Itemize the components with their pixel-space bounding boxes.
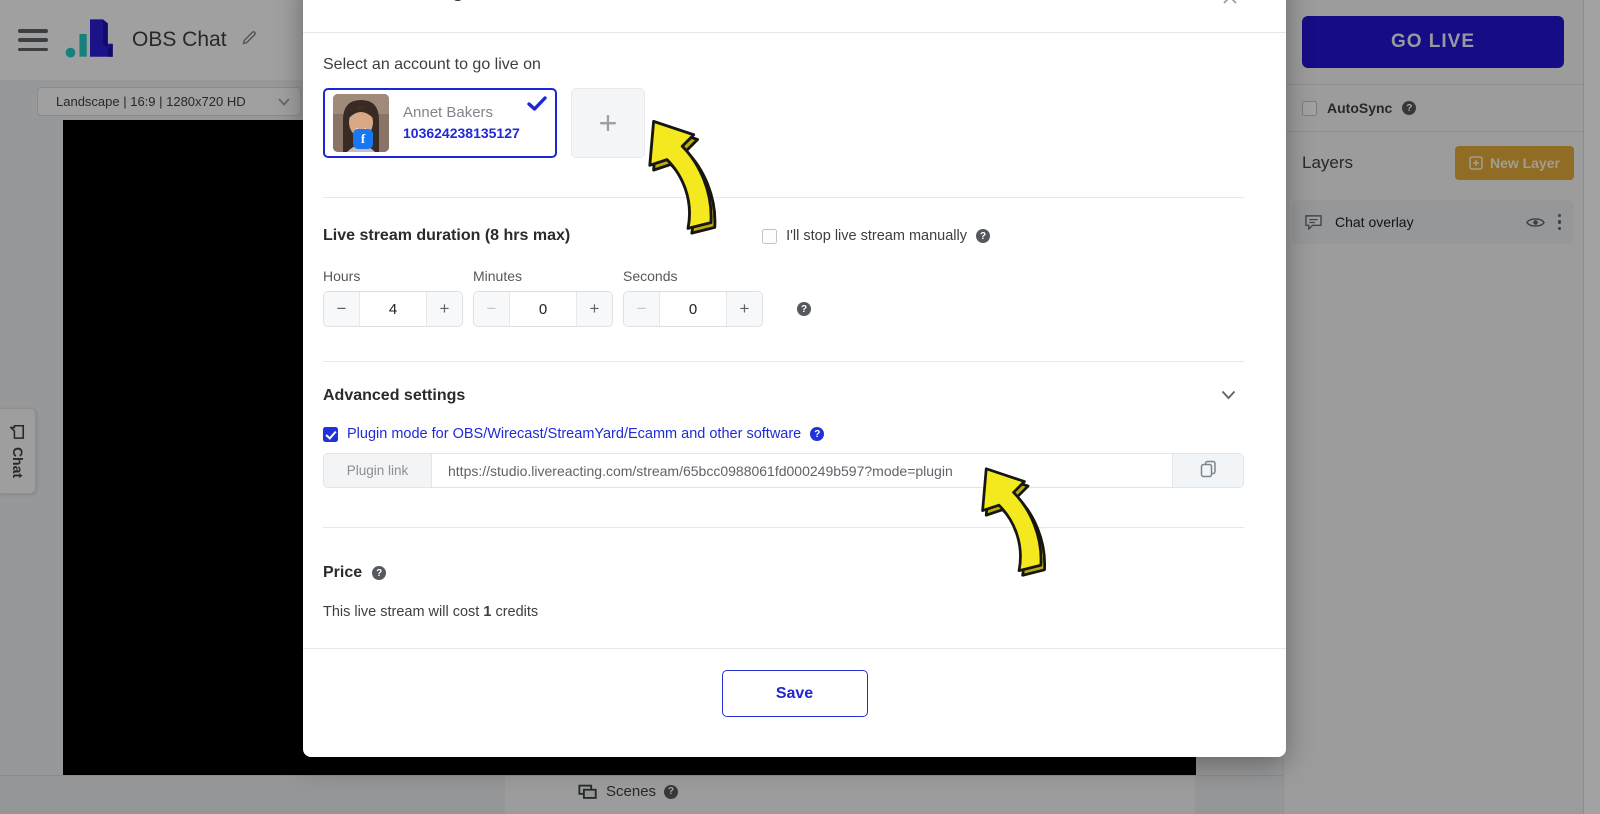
avatar: f xyxy=(333,94,389,152)
minutes-stepper: − + xyxy=(473,291,613,327)
selected-check-icon xyxy=(527,96,547,116)
copy-link-button[interactable] xyxy=(1172,454,1243,487)
minutes-input[interactable] xyxy=(510,292,576,326)
modal-header: Stream Settings xyxy=(303,0,1286,33)
minutes-increment-button[interactable]: + xyxy=(576,292,612,326)
seconds-increment-button[interactable]: + xyxy=(726,292,762,326)
manual-stop-help-icon[interactable] xyxy=(976,229,990,243)
price-heading: Price xyxy=(323,564,363,581)
manual-stop-row: I'll stop live stream manually xyxy=(762,228,990,244)
hours-decrement-button[interactable]: − xyxy=(324,292,360,326)
hours-stepper: − + xyxy=(323,291,463,327)
callout-arrow-plugin-link xyxy=(981,467,1047,577)
modal-footer: Save xyxy=(303,649,1286,717)
plugin-link-addon: Plugin link xyxy=(324,454,432,487)
price-help-icon[interactable] xyxy=(372,566,387,580)
add-account-button[interactable]: + xyxy=(571,88,645,158)
hours-increment-button[interactable]: + xyxy=(426,292,462,326)
duration-help-icon[interactable] xyxy=(797,302,811,316)
callout-arrow-add-account xyxy=(648,119,717,235)
plugin-mode-label[interactable]: Plugin mode for OBS/Wirecast/StreamYard/… xyxy=(347,426,801,442)
account-section-label: Select an account to go live on xyxy=(323,56,541,73)
facebook-badge: f xyxy=(353,129,373,149)
plugin-mode-row: Plugin mode for OBS/Wirecast/StreamYard/… xyxy=(323,426,1244,442)
seconds-label: Seconds xyxy=(623,268,678,284)
stream-settings-modal: Stream Settings Select an account to go … xyxy=(303,0,1286,757)
hours-input[interactable] xyxy=(360,292,426,326)
plugin-mode-checkbox[interactable] xyxy=(323,426,338,442)
seconds-decrement-button[interactable]: − xyxy=(624,292,660,326)
manual-stop-label: I'll stop live stream manually xyxy=(786,228,967,244)
minutes-decrement-button[interactable]: − xyxy=(474,292,510,326)
hours-label: Hours xyxy=(323,268,361,284)
account-card-selected[interactable]: f Annet Bakers 103624238135127 xyxy=(323,88,557,158)
minutes-label: Minutes xyxy=(473,268,523,284)
duration-section: Live stream duration (8 hrs max) I'll st… xyxy=(323,198,1244,327)
price-section: Price This live stream will cost 1 credi… xyxy=(323,528,1244,620)
seconds-stepper: − + xyxy=(623,291,763,327)
price-text: This live stream will cost 1 credits xyxy=(323,604,539,620)
save-button[interactable]: Save xyxy=(721,670,868,717)
plugin-mode-help-icon[interactable] xyxy=(810,427,825,441)
copy-icon xyxy=(1200,460,1216,478)
seconds-input[interactable] xyxy=(660,292,726,326)
advanced-heading: Advanced settings xyxy=(323,387,466,404)
collapse-chevron-icon[interactable] xyxy=(1221,387,1236,405)
account-section: Select an account to go live on f Annet … xyxy=(323,33,1244,158)
account-name: Annet Bakers xyxy=(403,103,494,121)
manual-stop-checkbox[interactable] xyxy=(762,228,778,244)
duration-heading: Live stream duration (8 hrs max) xyxy=(323,227,571,244)
close-icon[interactable] xyxy=(1220,0,1240,8)
advanced-section: Advanced settings Plugin mode for OBS/Wi… xyxy=(323,362,1244,488)
modal-title: Stream Settings xyxy=(323,0,1266,3)
plugin-link-group: Plugin link xyxy=(323,453,1244,488)
account-id: 103624238135127 xyxy=(403,124,520,141)
